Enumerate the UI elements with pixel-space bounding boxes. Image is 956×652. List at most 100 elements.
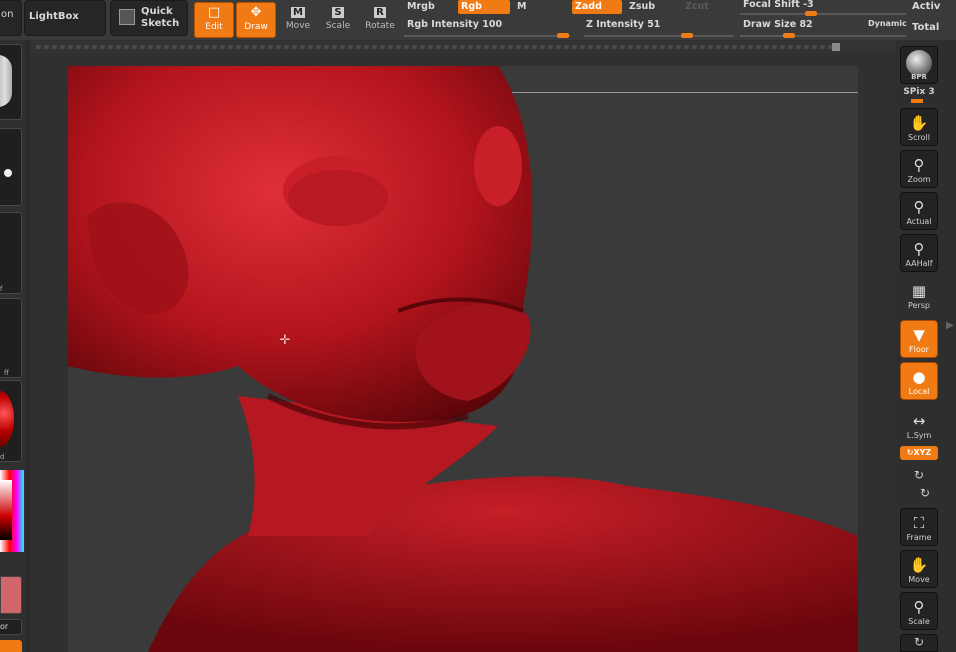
move-button[interactable]: ✋ Move [900,550,938,588]
color-tab-label: or [0,622,9,631]
rgb-intensity-track[interactable] [404,35,570,37]
scroll-button[interactable]: ✋ Scroll [900,108,938,146]
material-thumbnail[interactable]: d [0,380,22,462]
focal-shift-label: Focal Shift -3 [743,0,814,10]
move-icon: M [288,4,308,20]
draw-tool-button[interactable]: ✥ Draw [236,2,276,38]
zadd-toggle[interactable]: Zadd [572,0,622,14]
z-intensity-knob[interactable] [681,33,693,38]
material-clip-label: d [0,453,5,461]
quick-sketch-icon [119,9,135,25]
move-tool-button[interactable]: M Move [278,2,318,36]
frame-label: Frame [906,533,932,542]
quick-sketch-button[interactable]: Quick Sketch [110,0,188,36]
focal-shift-knob[interactable] [805,11,817,16]
actual-button[interactable]: ⚲ Actual [900,192,938,230]
rotate-key: R [374,7,386,18]
edit-tool-label: Edit [205,22,223,32]
edit-icon: □ [207,5,221,20]
z-intensity-label: Z Intensity 51 [586,19,661,30]
frame-button[interactable]: ⛶ Frame [900,508,938,546]
rotate-button-partial[interactable]: ↻ [900,634,938,652]
document-canvas[interactable]: ✛ [68,66,858,652]
rgb-toggle[interactable]: Rgb [458,0,510,14]
scale-button[interactable]: ⚲ Scale [900,592,938,630]
bpr-label: BPR [911,73,927,81]
model-eye-right [474,126,522,206]
lightbox-label: LightBox [29,11,79,22]
bpr-button[interactable]: BPR [900,46,938,84]
quick-sketch-label-1: Quick [141,6,173,17]
scroll-label: Scroll [908,133,930,142]
aahalf-label: AAHalf [905,259,933,268]
left-clipped-button[interactable]: on [0,0,22,36]
frame-icon: ⛶ [913,514,925,532]
color-picker[interactable] [0,470,24,552]
material-sphere-icon [0,391,14,447]
lightbox-button[interactable]: LightBox [24,0,106,36]
z-rotate-icon[interactable]: ↻ [906,486,944,500]
top-shelf: on LightBox Quick Sketch □ Edit ✥ Draw M… [0,0,956,40]
right-tray-collapse-handle[interactable]: ▶ [946,320,954,350]
perspective-icon: ▦ [911,282,927,300]
move-label: Move [908,575,930,584]
mrgb-toggle[interactable]: Mrgb [404,0,454,14]
move-tool-label: Move [285,21,311,31]
brush-sphere-icon [0,55,12,107]
scale-key: S [332,7,344,18]
xyz-button[interactable]: ↻XYZ [900,446,938,460]
sculpt-model[interactable] [68,66,858,652]
m-toggle[interactable]: M [514,0,564,14]
local-symmetry-icon: ↔ [912,412,926,430]
left-tray-orange-tab[interactable] [0,640,22,652]
secondary-color-swatch[interactable] [0,576,22,614]
zcut-toggle[interactable]: Zcut [682,0,732,14]
edit-tool-button[interactable]: □ Edit [194,2,234,38]
right-tray: BPR SPix 3 ✋ Scroll ⚲ Zoom ⚲ Actual ⚲ AAHalf… [896,40,956,652]
focal-shift-track[interactable] [740,13,906,15]
zsub-toggle[interactable]: Zsub [626,0,678,14]
scale-tool-label: Scale [325,21,351,31]
brush-thumbnail[interactable] [0,44,22,120]
color-picker-shade [0,480,12,540]
draw-size-label: Draw Size 82 [743,19,813,30]
draw-size-knob[interactable] [783,33,795,38]
rgb-intensity-knob[interactable] [557,33,569,38]
active-points-label: Activ [912,1,941,12]
rotate-partial-icon: ↻ [913,635,925,649]
rotate-tool-button[interactable]: R Rotate [360,2,400,36]
local-button[interactable]: ● Local [900,362,938,400]
move-key: M [291,7,305,18]
color-tab[interactable]: or [0,619,22,635]
scroll-hand-icon: ✋ [909,114,929,132]
draw-tool-label: Draw [244,22,268,32]
dynamic-label[interactable]: Dynamic [868,19,907,28]
aahalf-button[interactable]: ⚲ AAHalf [900,234,938,272]
draw-size-track[interactable] [740,35,906,37]
model-eye-left-shade [288,170,388,226]
floor-button[interactable]: ▼ Floor [900,320,938,358]
scale-tool-button[interactable]: S Scale [318,2,358,36]
zoom-icon: ⚲ [913,156,925,174]
shelf-scroll-strip[interactable] [30,40,896,54]
z-intensity-track[interactable] [584,35,734,37]
lsym-button[interactable]: ↔ L.Sym [900,406,938,444]
y-rotate-icon[interactable]: ↻ [900,468,938,482]
actual-label: Actual [906,217,932,226]
texture-thumbnail[interactable]: ff [0,298,22,378]
local-label: Local [908,387,930,396]
left-tray: f ff d or [0,40,26,652]
spix-slider-knob[interactable] [911,99,923,103]
total-points-label: Total [912,22,940,33]
zoom-label: Zoom [907,175,931,184]
alpha-thumbnail[interactable]: f [0,212,22,294]
stroke-dot-icon [4,169,12,177]
shelf-scroll-handle[interactable] [832,43,840,51]
lsym-label: L.Sym [906,431,932,440]
zoom-button[interactable]: ⚲ Zoom [900,150,938,188]
persp-button[interactable]: ▦ Persp [900,276,938,314]
alpha-clip-label: f [0,285,3,293]
scale-icon: S [328,4,348,20]
spix-label[interactable]: SPix 3 [900,87,938,97]
stroke-thumbnail[interactable] [0,128,22,206]
